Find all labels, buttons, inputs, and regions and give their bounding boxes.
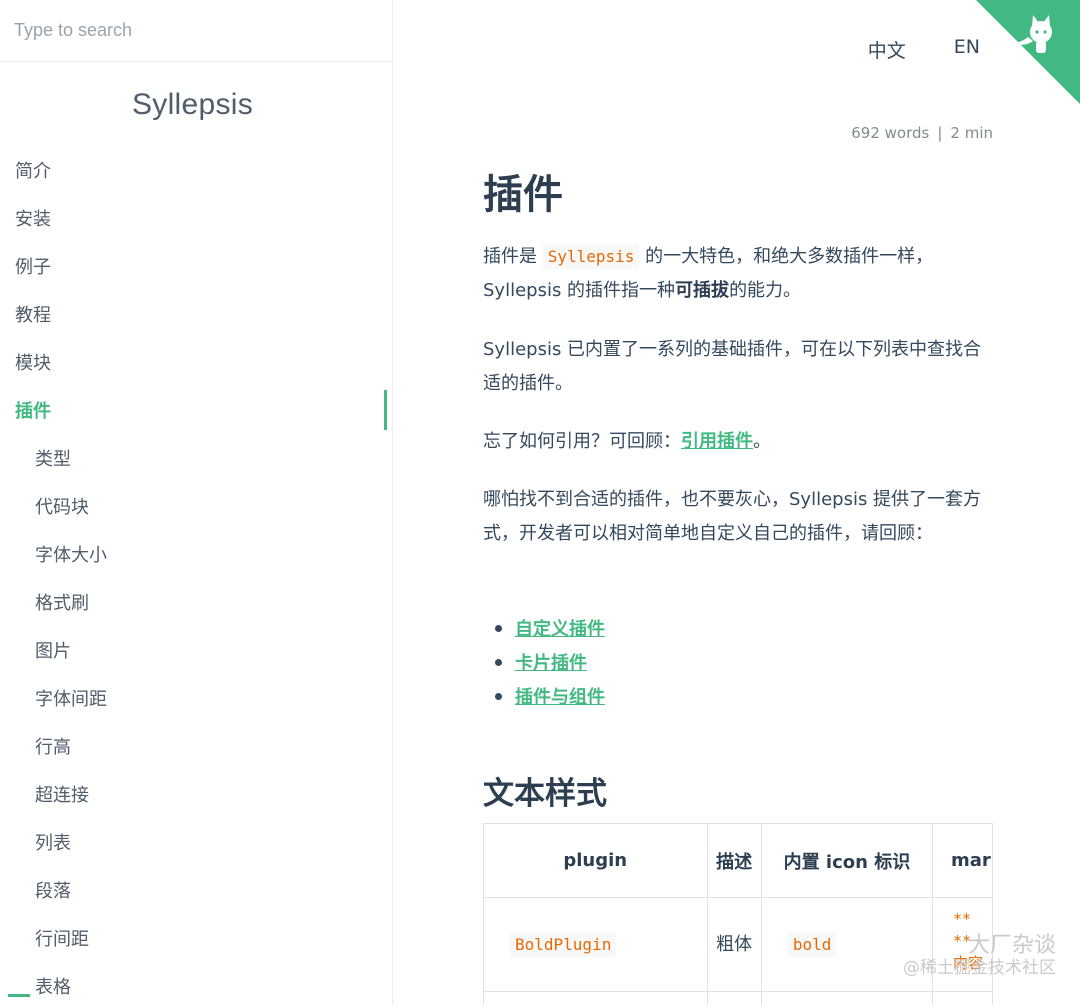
cell-empty	[483, 991, 708, 1005]
sidebar-nav: 简介 安装 例子 教程 模块 插件 类型 代码块 字体大小 格式刷 图片 字体间…	[0, 146, 390, 1005]
watermark-title: 大厂杂谈	[967, 933, 1056, 958]
cell-empty	[760, 991, 934, 1005]
reference-text-pre: 忘了如何引用？可回顾：	[483, 431, 681, 452]
sidebar-item-image[interactable]: 图片	[0, 626, 390, 674]
watermark-subtitle: @稀土掘金技术社区	[903, 958, 1056, 978]
sidebar-item-types[interactable]: 类型	[0, 434, 390, 482]
reading-meta: 692 words | 2 min	[851, 124, 993, 142]
sidebar-item-line-height[interactable]: 行高	[0, 722, 390, 770]
plugin-component-link[interactable]: 插件与组件	[515, 683, 605, 709]
paragraph-custom: 哪怕找不到合适的插件，也不要灰心，Syllepsis 提供了一套方式，开发者可以…	[483, 489, 982, 544]
list-item: 卡片插件	[495, 645, 605, 679]
sidebar-item-list[interactable]: 列表	[0, 818, 390, 866]
list-item: 自定义插件	[495, 611, 605, 645]
sidebar-item-line-spacing[interactable]: 行间距	[0, 914, 390, 962]
sidebar-item-tutorial[interactable]: 教程	[0, 290, 390, 338]
sidebar-item-modules[interactable]: 模块	[0, 338, 390, 386]
sidebar-item-link[interactable]: 超连接	[0, 770, 390, 818]
card-plugin-link[interactable]: 卡片插件	[515, 649, 587, 675]
bullet-icon	[495, 658, 502, 666]
sidebar-item-intro[interactable]: 简介	[0, 146, 390, 194]
sidebar-item-font-size[interactable]: 字体大小	[0, 530, 390, 578]
sidebar-item-paragraph[interactable]: 段落	[0, 866, 390, 914]
list-item: 插件与组件	[495, 679, 605, 713]
table-row	[483, 991, 993, 1005]
column-header-markdown: mar	[932, 823, 993, 898]
sidebar-item-install[interactable]: 安装	[0, 194, 390, 242]
watermark: 大厂杂谈 @稀土掘金技术社区	[903, 935, 1056, 979]
reading-time: 2 min	[950, 124, 993, 142]
sidebar: Syllepsis 简介 安装 例子 教程 模块 插件 类型 代码块 字体大小 …	[0, 0, 393, 1005]
bullet-icon	[495, 624, 502, 632]
paragraph-reference: 忘了如何引用？可回顾：引用插件。	[483, 425, 988, 459]
sidebar-item-format-painter[interactable]: 格式刷	[0, 578, 390, 626]
custom-plugin-link[interactable]: 自定义插件	[515, 615, 605, 641]
intro-strong: 可插拔	[675, 280, 730, 301]
app-name[interactable]: Syllepsis	[0, 88, 385, 122]
icon-code: bold	[787, 932, 837, 957]
intro-text-pre: 插件是	[483, 246, 543, 267]
main-content: 692 words | 2 min 插件 插件是 Syllepsis 的一大特色，和…	[483, 0, 993, 1005]
search-bar	[0, 0, 392, 62]
reference-text-post: 。	[753, 431, 771, 452]
column-header-desc: 描述	[706, 823, 762, 898]
search-input[interactable]	[14, 20, 374, 41]
bullet-icon	[495, 692, 502, 700]
table-header-row: plugin 描述 内置 icon 标识 mar	[483, 823, 993, 898]
intro-text-post: 的能力。	[729, 280, 802, 301]
sidebar-toggle-button[interactable]	[8, 994, 30, 997]
active-indicator	[384, 390, 387, 430]
cell-empty	[932, 991, 993, 1005]
sidebar-item-examples[interactable]: 例子	[0, 242, 390, 290]
word-count: 692 words	[851, 124, 930, 142]
inline-code: Syllepsis	[542, 244, 640, 269]
column-header-icon: 内置 icon 标识	[760, 823, 934, 898]
sidebar-item-letter-spacing[interactable]: 字体间距	[0, 674, 390, 722]
meta-divider: |	[937, 124, 943, 142]
plugin-code: BoldPlugin	[510, 932, 617, 957]
cell-desc: 粗体	[706, 897, 762, 992]
reference-plugin-link[interactable]: 引用插件	[681, 431, 753, 452]
sidebar-item-plugins[interactable]: 插件	[0, 386, 390, 434]
paragraph-intro: 插件是 Syllepsis 的一大特色，和绝大多数插件一样，Syllepsis …	[483, 240, 988, 308]
cell-empty	[706, 991, 762, 1005]
column-header-plugin: plugin	[483, 823, 708, 898]
sidebar-item-table[interactable]: 表格	[0, 962, 390, 1005]
cell-plugin: BoldPlugin	[483, 897, 708, 992]
paragraph-builtin: Syllepsis 已内置了一系列的基础插件，可在以下列表中查找合适的插件。	[483, 339, 982, 394]
section-title: 文本样式	[483, 776, 607, 812]
plugin-links-list: 自定义插件 卡片插件 插件与组件	[495, 611, 605, 713]
page-title: 插件	[483, 172, 563, 218]
sidebar-item-code-block[interactable]: 代码块	[0, 482, 390, 530]
